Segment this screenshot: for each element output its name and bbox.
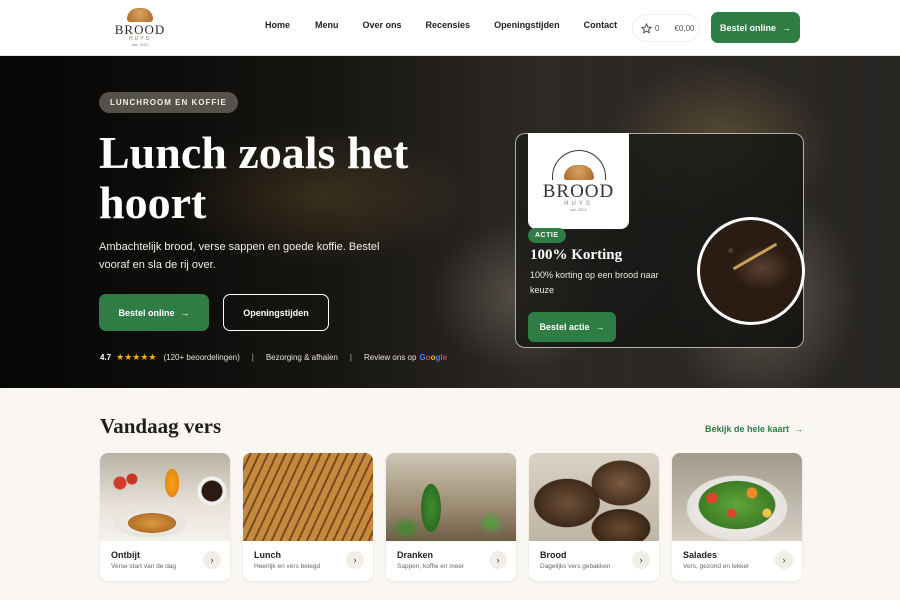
category-title: Dranken [397, 550, 434, 560]
rating-row: 4.7 ★★★★★ (120+ beoordelingen) | Bezorgi… [100, 352, 447, 363]
delivery-info: Bezorging & afhalen [265, 353, 338, 362]
site-header: BROOD HUYS est. 2021 Home Menu Over ons … [0, 0, 900, 56]
logo-wordmark: BROOD [114, 22, 166, 37]
sandwich-image [243, 453, 373, 541]
arrow-right-icon: → [595, 322, 605, 332]
bread-icon [551, 150, 606, 180]
category-title: Lunch [254, 550, 281, 560]
hero-lead: Ambachtelijk brood, verse sappen en goed… [99, 241, 380, 271]
arrow-right-icon: → [180, 307, 190, 318]
review-label: Review ons op [363, 353, 417, 362]
promo-badge: ACTIE [528, 228, 566, 243]
star-icon [641, 22, 652, 34]
view-full-menu-label: Bekijk de hele kaart [705, 424, 790, 434]
hero-tag: LUNCHROOM EN KOFFIE [99, 92, 238, 113]
chevron-right-icon[interactable]: › [489, 551, 507, 569]
divider: | [349, 353, 352, 362]
section-title: Vandaag vers [100, 414, 222, 438]
hero-section: LUNCHROOM EN KOFFIE Lunch zoals het hoor… [0, 56, 900, 388]
nav-link-menu[interactable]: Menu [315, 20, 339, 30]
order-online-button[interactable]: Bestel online → [711, 12, 800, 43]
promo-order-label: Bestel actie [539, 322, 590, 332]
hero-title: Lunch zoals het hoort [99, 127, 409, 228]
category-card-ontbijt[interactable]: Ontbijt Verse start van de dag › [100, 453, 230, 581]
category-card-brood[interactable]: Brood Dagelijks vers gebakken › [529, 453, 659, 581]
promo-card: BROOD HUYS est. 2021 ACTIE 100% Korting … [515, 133, 805, 348]
chevron-right-icon[interactable]: › [632, 551, 650, 569]
favorites-count: 0 [655, 23, 660, 33]
rating-count: (120+ beoordelingen) [163, 353, 240, 362]
category-title: Brood [540, 550, 567, 560]
hero-order-button[interactable]: Bestel online → [99, 294, 209, 331]
drinks-image [386, 453, 516, 541]
category-card-dranken[interactable]: Dranken Sappen, koffie en meer › [386, 453, 516, 581]
hero-order-label: Bestel online [118, 307, 175, 318]
nav-link-contact[interactable]: Contact [584, 20, 618, 30]
bread-icon [127, 8, 153, 22]
divider: | [251, 353, 254, 362]
promo-order-button[interactable]: Bestel actie → [528, 312, 616, 342]
view-full-menu-link[interactable]: Bekijk de hele kaart → [705, 424, 803, 434]
category-cards: Ontbijt Verse start van de dag › Lunch H… [100, 453, 802, 581]
promo-title: 100% Korting [530, 247, 623, 263]
order-online-label: Bestel online [719, 22, 776, 33]
promo-logo-wordmark: BROOD [542, 181, 615, 202]
nav-link-over-ons[interactable]: Over ons [363, 20, 402, 30]
breakfast-image [100, 453, 230, 541]
wheat-decoration [732, 242, 778, 271]
logo-established: est. 2021 [131, 42, 149, 47]
arrow-right-icon: → [794, 424, 804, 434]
category-title: Salades [683, 550, 718, 560]
chevron-right-icon[interactable]: › [775, 551, 793, 569]
category-title: Ontbijt [111, 550, 140, 560]
main-menu: Home Menu Over ons Recensies Openingstij… [265, 20, 641, 30]
promo-logo: BROOD HUYS est. 2021 [528, 133, 629, 229]
category-subtitle: Sappen, koffie en meer [397, 563, 465, 570]
category-subtitle: Verse start van de dag [111, 563, 177, 570]
category-card-salades[interactable]: Salades Vers, gezond en lekker › [672, 453, 802, 581]
nav-link-recensies[interactable]: Recensies [426, 20, 471, 30]
arrow-right-icon: → [782, 22, 791, 33]
rating-score: 4.7 [100, 353, 112, 362]
favorites-cart-widget[interactable]: 0 €0,00 [632, 14, 700, 42]
chevron-right-icon[interactable]: › [203, 551, 221, 569]
cart-total: €0,00 [674, 23, 695, 33]
salad-image [672, 453, 802, 541]
category-subtitle: Vers, gezond en lekker [683, 563, 750, 570]
rating-stars-icon: ★★★★★ [116, 352, 157, 362]
chevron-right-icon[interactable]: › [346, 551, 364, 569]
brand-logo[interactable]: BROOD HUYS est. 2021 [112, 6, 168, 50]
review-link[interactable]: Review ons op Google [364, 353, 447, 362]
promo-bread-image [697, 217, 805, 325]
category-subtitle: Heerlijk en vers belegd [254, 563, 321, 570]
google-logo-icon: Google [419, 353, 448, 362]
hero-hours-button[interactable]: Openingstijden [223, 294, 329, 331]
bread-image [529, 453, 659, 541]
nav-link-openingstijden[interactable]: Openingstijden [494, 20, 560, 30]
category-subtitle: Dagelijks vers gebakken [540, 563, 611, 570]
promo-description: 100% korting op een brood naar keuze [530, 270, 659, 295]
nav-link-home[interactable]: Home [265, 20, 290, 30]
category-card-lunch[interactable]: Lunch Heerlijk en vers belegd › [243, 453, 373, 581]
promo-logo-established: est. 2021 [570, 207, 587, 212]
